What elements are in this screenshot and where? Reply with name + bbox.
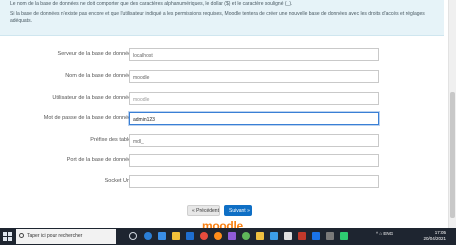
db-host-label: Serveur de la base de données [57,51,134,57]
table-prefix-label: Préfixe des tables [90,137,134,143]
form-row-db-host: Serveur de la base de données [0,48,444,62]
taskbar-search-placeholder: Taper ici pour rechercher [27,233,83,239]
app-icon[interactable] [228,232,236,240]
form-row-db-port: Port de la base de données [0,154,444,168]
db-password-input[interactable] [129,112,379,125]
scrollbar-thumb[interactable] [450,92,455,218]
spreadsheet-icon[interactable] [340,232,348,240]
info-line-1: Le nom de la base de données ne doit com… [10,1,293,7]
previous-button[interactable]: « Précédent [187,205,220,216]
unix-socket-input[interactable] [129,175,379,188]
mail-icon[interactable] [186,232,194,240]
vscode-icon[interactable] [270,232,278,240]
windows-taskbar: Taper ici pour rechercher ^ ⌂ ENG 17:05 … [0,228,456,245]
app-window-icon[interactable] [326,232,334,240]
form-row-unix-socket: Socket Unix [0,175,444,189]
db-user-label: Utilisateur de la base de données [52,95,134,101]
db-password-label: Mot de passe de la base de données [43,115,134,121]
info-line-2: Si la base de données n'existe pas encor… [10,11,425,24]
notes-icon[interactable] [256,232,264,240]
db-name-input[interactable] [129,70,379,83]
task-view-icon[interactable] [129,232,137,240]
form-row-db-name: Nom de la base de données [0,70,444,84]
search-icon [19,233,24,238]
clock-date: 20/04/2021 [423,236,446,241]
db-port-input[interactable] [129,154,379,167]
settings-icon[interactable] [242,232,250,240]
word-icon[interactable] [312,232,320,240]
taskbar-search-box[interactable]: Taper ici pour rechercher [16,229,116,244]
system-tray[interactable]: ^ ⌂ ENG [376,231,393,236]
edge-browser-icon[interactable] [144,232,152,240]
filezilla-icon[interactable] [298,232,306,240]
db-port-label: Port de la base de données [66,157,134,163]
table-prefix-input[interactable] [129,134,379,147]
store-icon[interactable] [158,232,166,240]
db-name-label: Nom de la base de données [65,73,134,79]
next-button[interactable]: Suivant » [224,205,252,216]
firefox-icon[interactable] [214,232,222,240]
db-host-input[interactable] [129,48,379,61]
form-row-db-user: Utilisateur de la base de données [0,92,444,106]
windows-start-icon[interactable] [3,231,13,242]
terminal-icon[interactable] [284,232,292,240]
form-row-table-prefix: Préfixe des tables [0,134,444,148]
form-row-db-password: Mot de passe de la base de données [0,112,444,126]
info-notice: Le nom de la base de données ne doit com… [0,0,444,36]
page-scrollbar[interactable] [448,0,456,228]
file-explorer-icon[interactable] [172,232,180,240]
chrome-icon[interactable] [200,232,208,240]
db-user-input[interactable] [129,92,379,105]
taskbar-clock[interactable]: 17:05 20/04/2021 [423,230,446,242]
